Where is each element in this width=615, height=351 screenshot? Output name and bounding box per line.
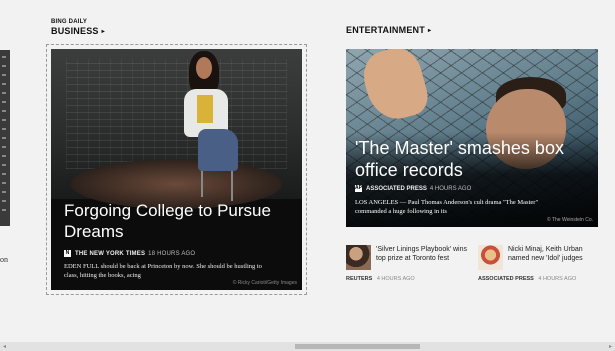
article-thumbnail: [346, 245, 371, 270]
article-time: 18 HOURS AGO: [148, 251, 196, 258]
scroll-left-icon[interactable]: ◂: [3, 343, 6, 350]
entertainment-section-header[interactable]: ENTERTAINMENT ▸: [346, 25, 431, 37]
photo-credit: © Ricky Carioti/Getty Images: [232, 280, 297, 286]
article-thumbnail: [478, 245, 503, 270]
article-time: 4 HOURS AGO: [429, 186, 472, 193]
chair-leg: [201, 167, 203, 197]
article-time: 4 HOURS AGO: [538, 276, 577, 282]
scrollbar-thumb[interactable]: [295, 344, 420, 349]
photo-subject-shirt: [197, 95, 213, 123]
section-title: ENTERTAINMENT ▸: [346, 25, 432, 35]
photo-subject-legs: [198, 129, 238, 171]
article-snippet: LOS ANGELES — Paul Thomas Anderson's cul…: [355, 199, 539, 215]
nyt-logo-icon: N: [64, 250, 71, 257]
scroll-right-icon[interactable]: ▸: [609, 343, 612, 350]
section-subtitle: BING DAILY: [51, 19, 88, 25]
article-time: 4 HOURS AGO: [376, 276, 415, 282]
business-section-header[interactable]: BING DAILY BUSINESS ▸: [51, 19, 105, 38]
article-source: ASSOCIATED PRESS 4 HOURS AGO: [478, 276, 577, 282]
article-source: N THE NEW YORK TIMES 18 HOURS AGO: [64, 250, 196, 258]
article-source: AP ASSOCIATED PRESS 4 HOURS AGO: [355, 185, 472, 193]
article-headline: 'The Master' smashes box office records: [355, 138, 564, 180]
horizontal-scrollbar[interactable]: ◂ ▸: [0, 342, 615, 351]
section-title: BUSINESS ▸: [51, 26, 105, 36]
photo-credit: © The Weinstein Co.: [546, 217, 593, 223]
previous-tile-image[interactable]: [0, 50, 10, 226]
ap-logo-icon: AP: [355, 185, 362, 192]
article-headline: Nicki Minaj, Keith Urban named new 'Idol…: [508, 246, 583, 262]
article-headline: 'Silver Linings Playbook' wins top prize…: [376, 246, 467, 262]
article-snippet: EDEN FULL should be back at Princeton by…: [64, 263, 262, 279]
article-source: REUTERS 4 HOURS AGO: [346, 276, 415, 282]
previous-tile-snippet: on: [0, 255, 8, 264]
photo-subject-face: [196, 57, 212, 79]
entertainment-article-tile[interactable]: 'The Master' smashes box office records …: [346, 49, 598, 227]
business-article-tile[interactable]: Forgoing College to Pursue Dreams N THE N…: [51, 49, 302, 290]
article-headline: Forgoing College to Pursue Dreams: [64, 201, 271, 241]
chevron-right-icon: ▸: [427, 28, 432, 34]
chair-leg: [231, 167, 233, 201]
chevron-right-icon: ▸: [101, 29, 105, 35]
